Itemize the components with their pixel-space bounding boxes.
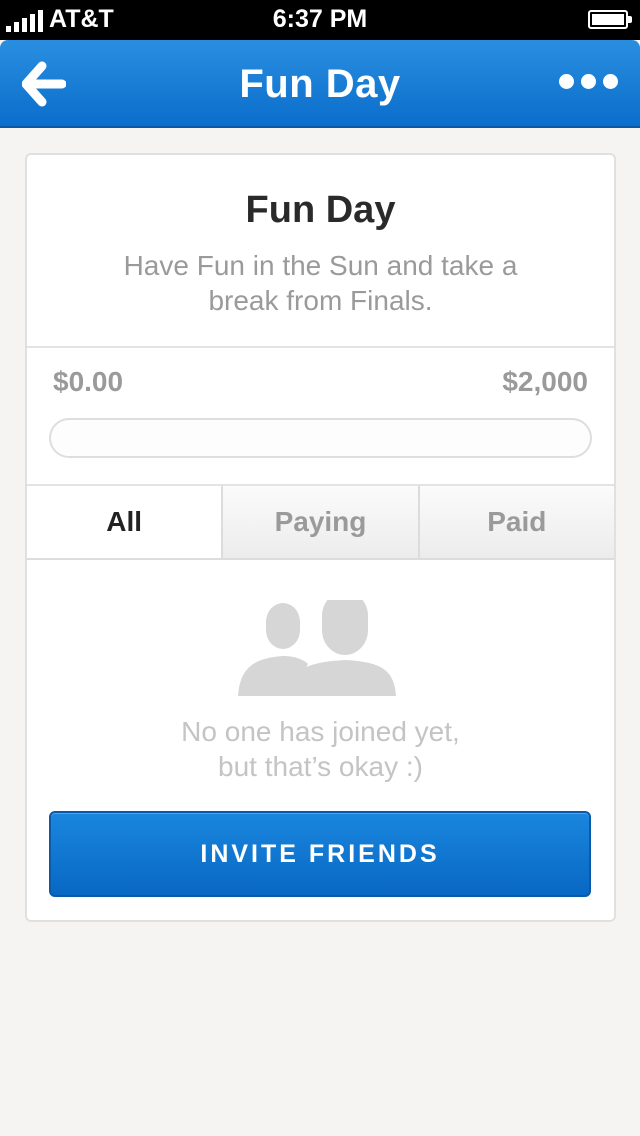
empty-message-line-1: No one has joined yet, bbox=[181, 716, 460, 747]
amount-goal: $2,000 bbox=[502, 366, 588, 397]
people-icon bbox=[238, 600, 396, 696]
more-dots-icon[interactable] bbox=[559, 74, 618, 89]
empty-state: No one has joined yet, but that’s okay :… bbox=[27, 560, 614, 922]
nav-bar: Fun Day bbox=[0, 40, 640, 128]
amount-raised: $0.00 bbox=[53, 366, 124, 397]
event-title: Fun Day bbox=[245, 189, 396, 231]
status-bar: AT&T 6:37 PM bbox=[0, 0, 640, 40]
nav-title: Fun Day bbox=[239, 62, 401, 106]
empty-message: No one has joined yet, but that’s okay :… bbox=[27, 714, 614, 784]
tab-paying[interactable]: Paying bbox=[221, 486, 418, 558]
battery-icon bbox=[588, 10, 632, 29]
invite-friends-button[interactable]: INVITE FRIENDS bbox=[49, 811, 591, 897]
tab-all[interactable]: All bbox=[27, 486, 222, 558]
event-description: Have Fun in the Sun and take a break fro… bbox=[123, 250, 518, 316]
member-tabs: All Paying Paid bbox=[27, 486, 614, 560]
event-card: Fun Day Have Fun in the Sun and take a b… bbox=[25, 153, 616, 922]
tab-paid[interactable]: Paid bbox=[417, 486, 614, 558]
event-header: Fun Day Have Fun in the Sun and take a b… bbox=[27, 155, 614, 348]
empty-message-line-2: but that’s okay :) bbox=[218, 751, 423, 782]
funding-progress: $0.00 $2,000 bbox=[27, 348, 614, 486]
progress-bar bbox=[49, 418, 592, 458]
status-time: 6:37 PM bbox=[272, 5, 368, 33]
